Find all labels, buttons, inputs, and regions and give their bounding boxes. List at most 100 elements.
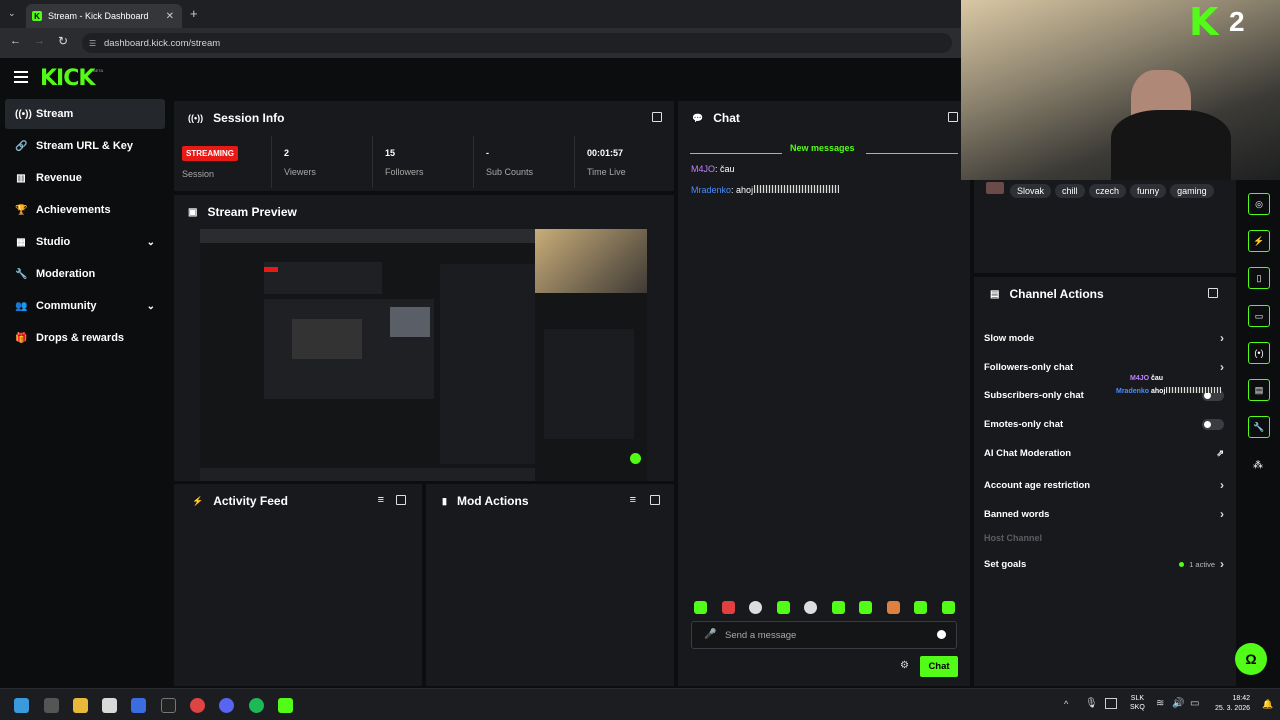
- emote-icon[interactable]: [832, 601, 845, 614]
- volume-icon[interactable]: 🔊: [1172, 698, 1184, 709]
- chat-send-button[interactable]: Chat: [920, 656, 958, 677]
- chevron-down-icon[interactable]: ⌄: [147, 301, 155, 312]
- support-headset-icon[interactable]: Ω: [1235, 643, 1267, 675]
- wifi-icon[interactable]: ≋: [1156, 698, 1164, 709]
- popout-icon[interactable]: [396, 495, 406, 505]
- tag[interactable]: funny: [1130, 184, 1167, 198]
- file-explorer-icon[interactable]: [73, 698, 88, 713]
- panel-title: Channel Actions: [1009, 287, 1104, 301]
- tag[interactable]: czech: [1088, 184, 1127, 198]
- chevron-down-icon[interactable]: ⌄: [147, 237, 155, 248]
- emoji-icon[interactable]: [937, 630, 946, 639]
- chat-username[interactable]: Mradenko: [691, 185, 731, 195]
- stream-preview-video[interactable]: [200, 229, 647, 481]
- sidebar-item-revenue[interactable]: ▥ Revenue: [5, 163, 165, 193]
- reload-icon[interactable]: ↻: [58, 34, 68, 48]
- browser-tab[interactable]: K Stream - Kick Dashboard ✕: [26, 4, 182, 28]
- category-thumbnail[interactable]: [986, 182, 1004, 194]
- action-ai-moderation[interactable]: AI Chat Moderation ⇗: [984, 448, 1224, 459]
- battery-icon[interactable]: ▭: [1190, 698, 1199, 709]
- tag[interactable]: gaming: [1170, 184, 1214, 198]
- preview-actions-box: [544, 329, 634, 439]
- emote-icon[interactable]: [859, 601, 872, 614]
- address-bar[interactable]: ☰ dashboard.kick.com/stream: [82, 33, 952, 53]
- action-slow-mode[interactable]: Slow mode ›: [984, 331, 1224, 345]
- new-tab-icon[interactable]: +: [190, 6, 198, 21]
- sidebar-item-achievements[interactable]: 🏆 Achievements: [5, 195, 165, 225]
- snipping-tool-icon[interactable]: [102, 698, 117, 713]
- sidebar-item-label: Moderation: [36, 268, 96, 280]
- action-emotes-only[interactable]: Emotes-only chat: [984, 419, 1224, 430]
- tray-app-icon[interactable]: [1105, 698, 1117, 709]
- site-info-icon[interactable]: ☰: [89, 39, 96, 48]
- emote-icon[interactable]: [942, 601, 955, 614]
- link-icon: 🔗: [15, 140, 28, 152]
- emote-icon[interactable]: [694, 601, 707, 614]
- action-account-age[interactable]: Account age restriction ›: [984, 478, 1224, 492]
- sidebar-item-drops[interactable]: 🎁 Drops & rewards: [5, 323, 165, 353]
- emote-icon[interactable]: [914, 601, 927, 614]
- kick-logo[interactable]: KICK: [40, 66, 95, 91]
- notification-icon[interactable]: 🔔: [1262, 699, 1273, 710]
- close-tab-icon[interactable]: ✕: [166, 11, 174, 22]
- microphone-icon[interactable]: 🎤: [704, 629, 716, 640]
- tag[interactable]: Slovak: [1010, 184, 1052, 198]
- panel-header: ((•)) Session Info: [174, 101, 674, 135]
- emote-icon[interactable]: [777, 601, 790, 614]
- emote-icon[interactable]: [887, 601, 900, 614]
- popout-icon[interactable]: [1208, 288, 1218, 298]
- emote-icon[interactable]: [804, 601, 817, 614]
- app-icon[interactable]: [131, 698, 146, 713]
- emote-icon[interactable]: [749, 601, 762, 614]
- tray-chevron-icon[interactable]: ^: [1064, 699, 1068, 709]
- document-icon[interactable]: ▯: [1248, 267, 1270, 289]
- spotify-icon[interactable]: [249, 698, 264, 713]
- terminal-icon[interactable]: [161, 698, 176, 713]
- chat-text: ahoj: [736, 185, 754, 195]
- stat-label: Followers: [385, 167, 424, 177]
- back-icon[interactable]: ←: [10, 35, 21, 47]
- task-view-icon[interactable]: [44, 698, 59, 713]
- camera-icon[interactable]: ◎: [1248, 193, 1270, 215]
- tag[interactable]: chill: [1055, 184, 1085, 198]
- layout-icon[interactable]: ⁂: [1253, 460, 1263, 471]
- menu-icon[interactable]: [14, 71, 28, 83]
- filter-icon[interactable]: ≡: [630, 494, 636, 506]
- popout-icon[interactable]: [652, 112, 662, 122]
- sidebar-item-moderation[interactable]: 🔧 Moderation: [5, 259, 165, 289]
- sidebar-item-stream-url[interactable]: 🔗 Stream URL & Key: [5, 131, 165, 161]
- broadcast-icon[interactable]: (•): [1248, 342, 1270, 364]
- kick-app-icon[interactable]: [278, 698, 293, 713]
- action-set-goals[interactable]: Set goals 1 active ›: [984, 557, 1224, 571]
- chat-username[interactable]: M4JO: [691, 164, 715, 174]
- microphone-icon[interactable]: 🎙: [1085, 698, 1098, 709]
- new-messages-label[interactable]: New messages: [790, 143, 855, 153]
- sidebar-item-label: Studio: [36, 236, 71, 248]
- chat-icon[interactable]: ▭: [1248, 305, 1270, 327]
- sidebar-item-community[interactable]: 👥 Community ⌄: [5, 291, 165, 321]
- shield-icon: ▮: [442, 495, 447, 506]
- actions-icon[interactable]: ▤: [1248, 379, 1270, 401]
- action-banned-words[interactable]: Banned words ›: [984, 507, 1224, 521]
- toggle-switch[interactable]: [1202, 419, 1224, 430]
- discord-icon[interactable]: [219, 698, 234, 713]
- chat-settings-icon[interactable]: ⚙: [900, 660, 909, 671]
- popout-icon[interactable]: [650, 495, 660, 505]
- wrench-icon[interactable]: 🔧: [1248, 416, 1270, 438]
- clock[interactable]: 18:42 25. 3. 2026: [1210, 694, 1250, 714]
- forward-icon[interactable]: →: [34, 35, 45, 47]
- windows-start-icon[interactable]: [14, 698, 29, 713]
- action-followers-only[interactable]: Followers-only chat ›: [984, 360, 1224, 374]
- sidebar-item-studio[interactable]: ▦ Studio ⌄: [5, 227, 165, 257]
- popout-icon[interactable]: [948, 112, 958, 122]
- bolt-icon[interactable]: ⚡: [1248, 230, 1270, 252]
- emote-icon[interactable]: [722, 601, 735, 614]
- sidebar-item-stream[interactable]: ((•)) Stream: [5, 99, 165, 129]
- tab-list-chevron-icon[interactable]: ⌄: [8, 8, 16, 19]
- chat-input[interactable]: 🎤 Send a message: [691, 621, 957, 649]
- chart-icon: ▥: [16, 172, 26, 184]
- preview-nested-video: [292, 319, 362, 359]
- language-indicator[interactable]: SLK SKQ: [1130, 694, 1145, 712]
- chrome-icon[interactable]: [190, 698, 205, 713]
- filter-icon[interactable]: ≡: [378, 494, 384, 506]
